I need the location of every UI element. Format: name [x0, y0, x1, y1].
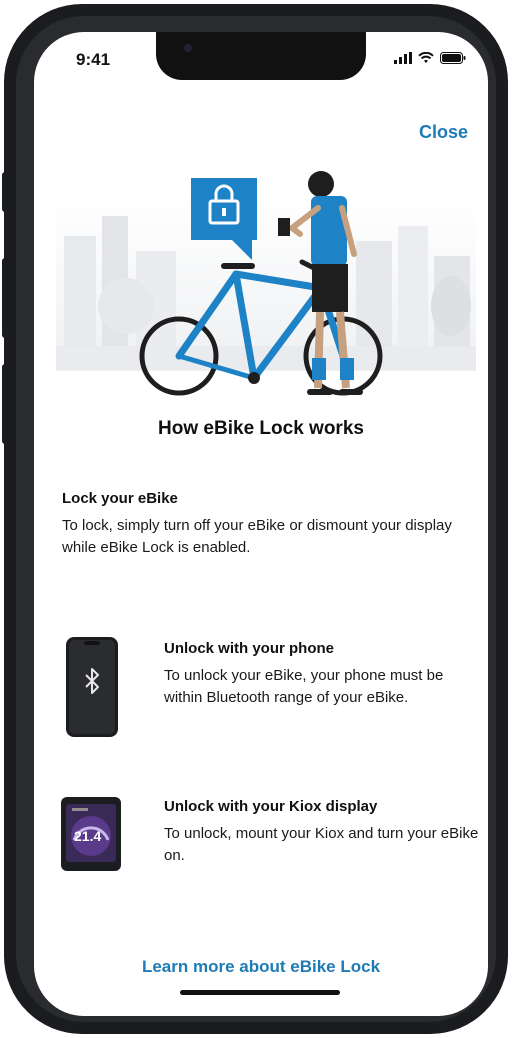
kiox-speed-value: 21.4 — [74, 828, 102, 844]
volume-down-button — [2, 364, 8, 444]
battery-icon — [440, 52, 466, 64]
home-indicator[interactable] — [180, 990, 340, 995]
lock-section-text: To lock, simply turn off your eBike or d… — [62, 517, 452, 556]
lock-section-title: Lock your eBike — [62, 490, 178, 507]
front-camera — [184, 44, 192, 52]
phone-bluetooth-icon — [66, 637, 118, 737]
volume-up-button — [2, 258, 8, 338]
status-icons — [394, 52, 466, 64]
mute-switch — [2, 172, 8, 212]
page-title: How eBike Lock works — [158, 418, 364, 439]
close-button[interactable]: Close — [419, 122, 468, 143]
learn-more-link[interactable]: Learn more about eBike Lock — [34, 957, 488, 977]
app-screen: 9:41 Close How eBike Lock works Lock you… — [34, 32, 488, 1016]
wifi-icon — [418, 52, 434, 63]
status-time: 9:41 — [76, 50, 111, 69]
ebike-lock-illustration — [56, 171, 476, 396]
unlock-kiox-title: Unlock with your Kiox display — [164, 798, 378, 815]
unlock-phone-title: Unlock with your phone — [164, 640, 335, 657]
signal-icon — [394, 52, 412, 64]
unlock-kiox-text: To unlock, mount your Kiox and turn your… — [164, 825, 479, 864]
notch — [156, 32, 366, 80]
unlock-phone-text: To unlock your eBike, your phone must be… — [164, 667, 444, 706]
